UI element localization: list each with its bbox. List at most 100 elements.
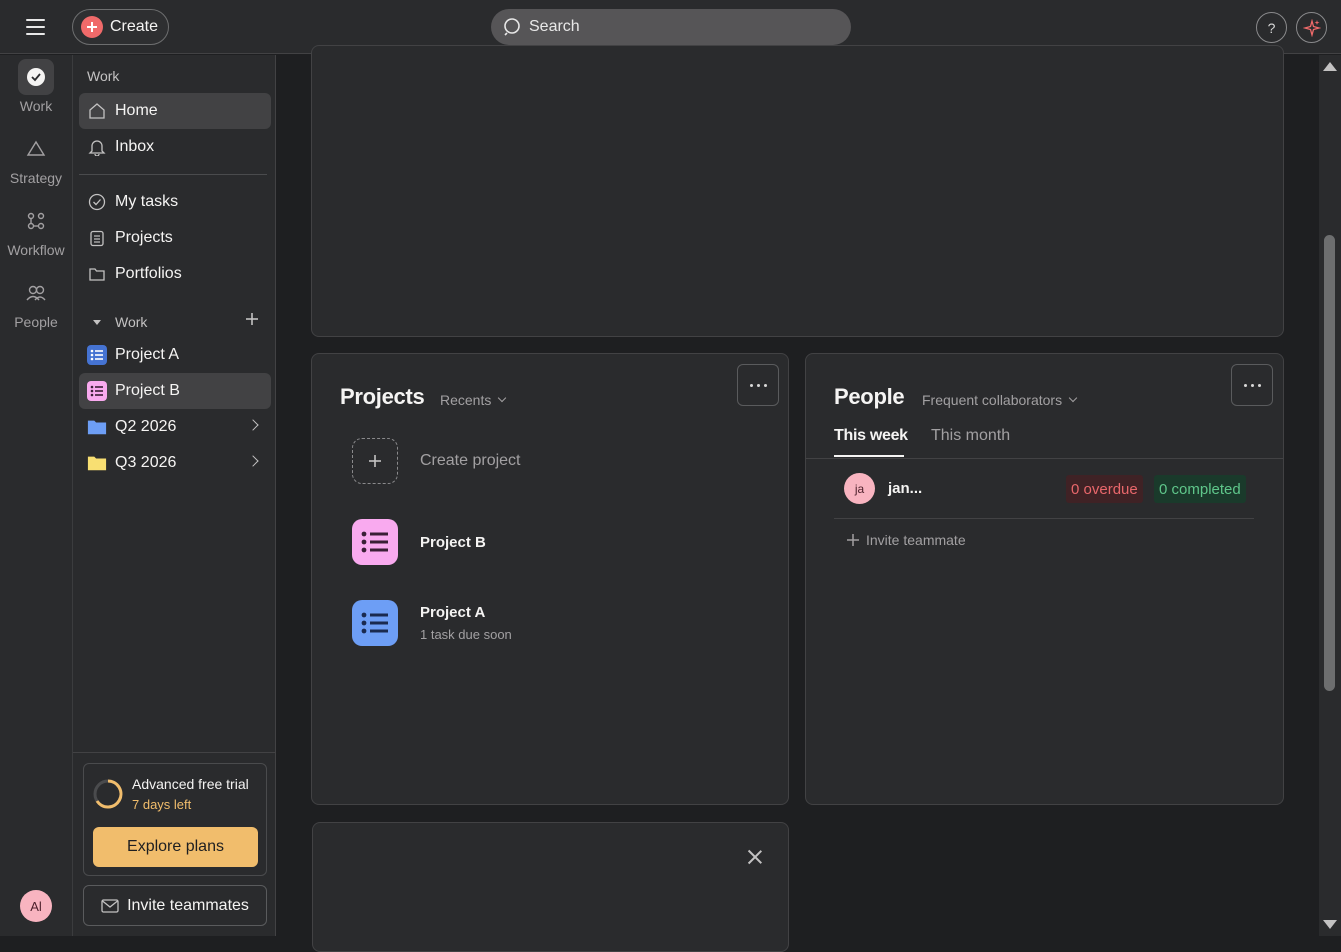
people-icon (18, 275, 54, 311)
workflow-icon (18, 203, 54, 239)
people-filter-label: Frequent collaborators (922, 392, 1063, 408)
people-filter-dropdown[interactable]: Frequent collaborators (922, 392, 1078, 408)
sidebar-item-label: Home (115, 102, 158, 119)
check-circle-icon (18, 59, 54, 95)
projects-widget: Projects Recents Create project Project … (311, 353, 789, 805)
sidebar: Work Home Inbox My tasks Projects Portfo… (72, 55, 276, 936)
search-placeholder: Search (529, 18, 580, 35)
completed-badge: 0 completed (1154, 475, 1246, 503)
home-icon (87, 101, 107, 121)
project-row-b[interactable]: Project B (352, 519, 486, 565)
trial-days: 7 days left (132, 797, 192, 812)
rail-label: People (14, 314, 58, 330)
sidebar-divider (79, 174, 267, 175)
people-widget: People Frequent collaborators This week … (805, 353, 1284, 805)
check-circle-icon (87, 192, 107, 212)
tabs-divider (806, 458, 1283, 459)
sidebar-team-header[interactable]: Work (79, 304, 271, 340)
folder-icon (87, 264, 107, 284)
rail-label: Strategy (9, 170, 63, 186)
sidebar-item-label: Inbox (115, 138, 155, 155)
person-divider (834, 518, 1254, 519)
list-icon (352, 600, 398, 646)
progress-ring-icon (93, 779, 123, 809)
tab-underline (834, 455, 904, 457)
invite-teammate-button[interactable]: Invite teammate (846, 532, 966, 548)
invite-label: Invite teammates (127, 896, 249, 914)
projects-filter-dropdown[interactable]: Recents (440, 392, 507, 408)
sidebar-item-project-a[interactable]: Project A (79, 337, 271, 373)
left-rail: Work Strategy Workflow People Al (0, 55, 72, 936)
create-button[interactable]: Create (72, 9, 169, 45)
sidebar-item-label: Project B (115, 382, 180, 399)
chevron-down-icon (1068, 393, 1078, 403)
tab-this-month[interactable]: This month (931, 427, 1010, 445)
widget-card-bottom (312, 822, 789, 952)
project-subtitle: 1 task due soon (420, 627, 512, 642)
explore-plans-button[interactable]: Explore plans (93, 827, 258, 867)
sidebar-item-project-b[interactable]: Project B (79, 373, 271, 409)
user-avatar[interactable]: Al (20, 890, 52, 922)
overdue-badge: 0 overdue (1066, 475, 1143, 503)
widget-card-top (311, 45, 1284, 337)
caret-down-icon (87, 312, 107, 332)
projects-title: Projects (340, 384, 425, 409)
hamburger-menu-icon[interactable] (22, 14, 50, 40)
sidebar-item-label: Project A (115, 346, 180, 363)
sidebar-item-inbox[interactable]: Inbox (79, 129, 271, 165)
search-input[interactable]: Search (491, 9, 851, 45)
create-project-row[interactable]: Create project (352, 438, 521, 484)
ai-sparkle-button[interactable] (1296, 12, 1327, 43)
person-avatar[interactable]: ja (844, 473, 875, 504)
scroll-thumb[interactable] (1324, 235, 1335, 691)
projects-filter-label: Recents (440, 392, 492, 408)
folder-icon (87, 453, 107, 473)
rail-item-work[interactable]: Work (0, 59, 72, 114)
sidebar-item-label: Projects (115, 229, 173, 246)
people-more-button[interactable] (1231, 364, 1273, 406)
close-icon[interactable] (745, 847, 765, 867)
sidebar-item-portfolios[interactable]: Portfolios (79, 256, 271, 292)
clipboard-icon (87, 228, 107, 248)
sidebar-item-q3-2026[interactable]: Q3 2026 (79, 445, 271, 481)
tab-this-week[interactable]: This week (834, 427, 908, 445)
sidebar-item-q2-2026[interactable]: Q2 2026 (79, 409, 271, 445)
project-row-a[interactable]: Project A 1 task due soon (352, 600, 512, 646)
project-name: Project B (420, 533, 486, 551)
chevron-down-icon (498, 393, 507, 403)
sidebar-item-label: Q3 2026 (115, 454, 177, 471)
rail-item-people[interactable]: People (0, 275, 72, 330)
rail-item-strategy[interactable]: Strategy (0, 131, 72, 186)
list-icon (87, 381, 107, 401)
scroll-down-arrow-icon[interactable] (1323, 920, 1337, 929)
team-section-label: Work (115, 314, 148, 330)
people-title: People (834, 384, 905, 409)
help-button[interactable]: ? (1256, 12, 1287, 43)
project-name: Project A (420, 604, 486, 621)
plus-icon (847, 534, 859, 546)
sidebar-divider (73, 752, 275, 753)
mail-icon (101, 898, 119, 913)
list-icon (352, 519, 398, 565)
vertical-scrollbar[interactable] (1319, 55, 1341, 936)
list-icon (87, 345, 107, 365)
triangle-icon (18, 131, 54, 167)
add-icon[interactable] (245, 312, 259, 331)
projects-more-button[interactable] (737, 364, 779, 406)
plus-icon (81, 16, 103, 38)
trial-box: Advanced free trial 7 days left Explore … (83, 763, 267, 876)
person-name[interactable]: jan... (888, 480, 922, 497)
plus-icon (352, 438, 398, 484)
sidebar-item-my-tasks[interactable]: My tasks (79, 184, 271, 220)
sidebar-section-work: Work (87, 68, 120, 84)
rail-item-workflow[interactable]: Workflow (0, 203, 72, 258)
sidebar-item-home[interactable]: Home (79, 93, 271, 129)
invite-teammates-button[interactable]: Invite teammates (83, 885, 267, 926)
main-content: Projects Recents Create project Project … (277, 45, 1319, 952)
chevron-right-icon[interactable] (247, 419, 259, 431)
sidebar-item-projects[interactable]: Projects (79, 220, 271, 256)
sparkle-icon (1302, 18, 1321, 37)
scroll-up-arrow-icon[interactable] (1323, 62, 1337, 71)
chevron-right-icon[interactable] (247, 455, 259, 467)
search-icon (504, 18, 520, 36)
